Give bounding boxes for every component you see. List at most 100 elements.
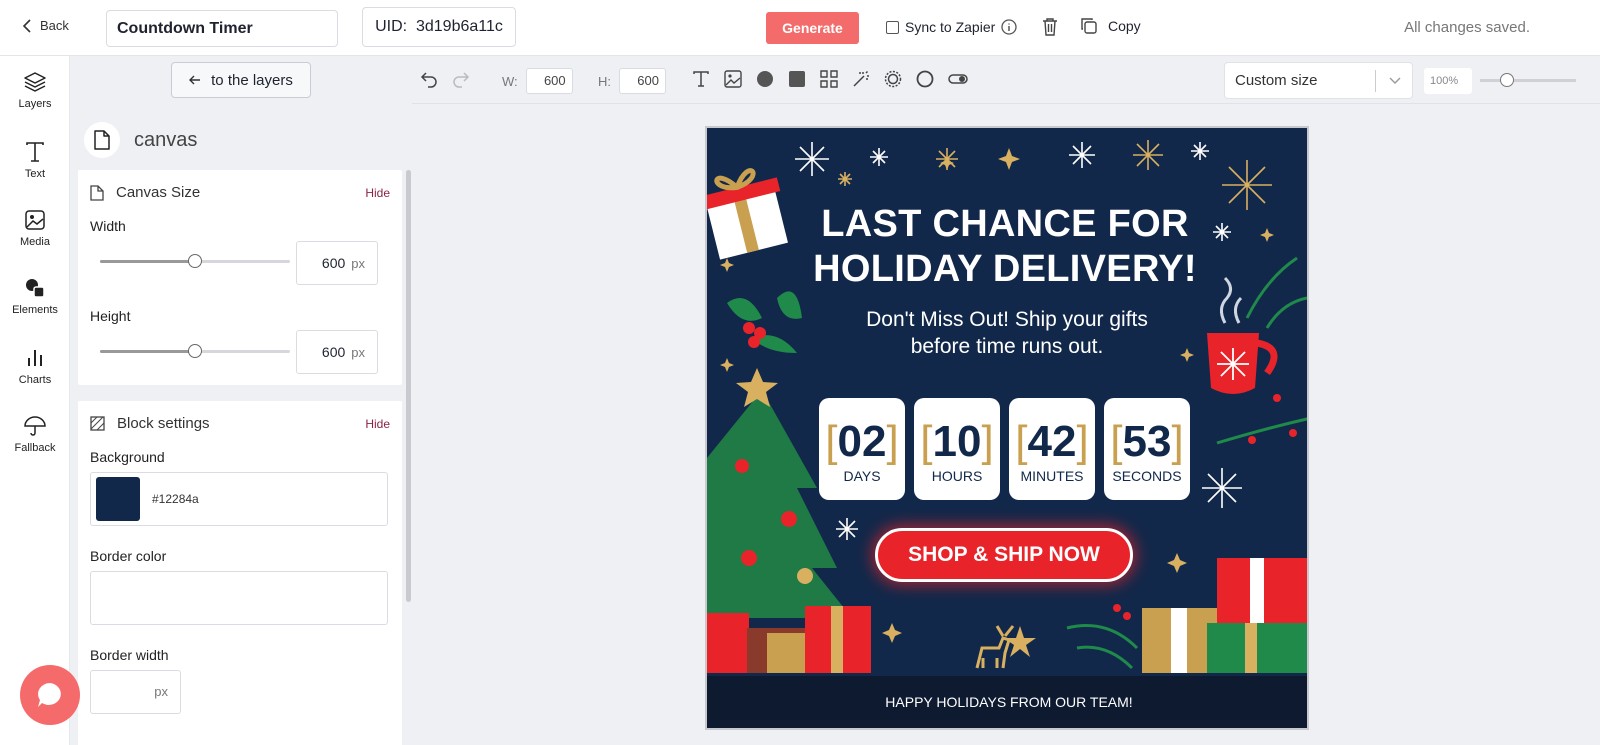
seconds-value: 53 bbox=[1122, 417, 1172, 466]
hours-value: 10 bbox=[932, 417, 982, 466]
shapes-icon bbox=[26, 279, 45, 298]
height-slider[interactable] bbox=[100, 344, 290, 358]
zoom-slider-handle[interactable] bbox=[1500, 73, 1514, 87]
days-value: 02 bbox=[837, 417, 887, 466]
border-color-field[interactable] bbox=[90, 571, 388, 625]
sync-checkbox[interactable] bbox=[886, 20, 899, 34]
back-label: Back bbox=[40, 18, 69, 33]
rail-label-elements: Elements bbox=[12, 304, 58, 316]
sync-zapier-toggle[interactable]: Sync to Zapier bbox=[886, 19, 1017, 35]
background-swatch[interactable] bbox=[96, 477, 140, 521]
size-preset-select[interactable]: Custom size bbox=[1224, 62, 1413, 99]
height-input[interactable]: 600 px bbox=[296, 330, 378, 374]
height-value: 600 bbox=[321, 344, 346, 360]
block-settings-hide-link[interactable]: Hide bbox=[365, 417, 390, 431]
countdown-hours[interactable]: [10] HOURS bbox=[914, 398, 1000, 500]
days-label: DAYS bbox=[843, 468, 881, 484]
object-name: canvas bbox=[134, 128, 198, 151]
rail-label-charts: Charts bbox=[18, 374, 52, 386]
background-color-field[interactable]: #12284a bbox=[90, 472, 388, 526]
subheadline[interactable]: Don't Miss Out! Ship your gifts before t… bbox=[807, 306, 1207, 360]
bar-chart-icon bbox=[28, 350, 42, 366]
timer-tool-icon[interactable] bbox=[884, 70, 902, 88]
headline[interactable]: LAST CHANCE FOR HOLIDAY DELIVERY! bbox=[795, 202, 1215, 292]
sync-label: Sync to Zapier bbox=[905, 19, 996, 35]
text-tool-icon[interactable] bbox=[692, 70, 710, 88]
to-layers-button[interactable]: to the layers bbox=[171, 62, 311, 98]
uid-value: 3d19b6a11c bbox=[415, 18, 503, 35]
footer-banner[interactable]: HAPPY HOLIDAYS FROM OUR TEAM! bbox=[707, 676, 1307, 728]
zoom-input[interactable]: 100% bbox=[1424, 68, 1472, 94]
image-tool-icon[interactable] bbox=[724, 70, 742, 88]
square-tool-icon[interactable] bbox=[788, 70, 806, 88]
to-layers-label: to the layers bbox=[211, 71, 293, 89]
redo-icon[interactable] bbox=[452, 70, 470, 88]
rail-label-layers: Layers bbox=[18, 98, 52, 110]
rail-item-layers[interactable]: Layers bbox=[0, 70, 70, 110]
project-title-input[interactable]: Countdown Timer bbox=[106, 10, 338, 47]
minutes-label: MINUTES bbox=[1020, 468, 1084, 484]
back-button[interactable]: Back bbox=[22, 18, 69, 33]
h-input[interactable]: 600 bbox=[619, 68, 666, 94]
circle-tool-icon[interactable] bbox=[756, 70, 774, 88]
copy-icon bbox=[1081, 18, 1097, 34]
design-canvas[interactable]: LAST CHANCE FOR HOLIDAY DELIVERY! Don't … bbox=[705, 126, 1309, 730]
height-label: Height bbox=[90, 308, 131, 324]
top-bar: Back Countdown Timer UID: 3d19b6a11c Gen… bbox=[0, 0, 1600, 56]
rail-item-charts[interactable]: Charts bbox=[0, 346, 70, 386]
rail-label-media: Media bbox=[20, 236, 50, 248]
grid-tool-icon[interactable] bbox=[820, 70, 838, 88]
rail-item-elements[interactable]: Elements bbox=[0, 276, 70, 316]
width-value: 600 bbox=[321, 255, 346, 271]
headline-line-2: HOLIDAY DELIVERY! bbox=[813, 248, 1197, 290]
ring-tool-icon[interactable] bbox=[916, 70, 934, 88]
chat-bubble-icon bbox=[38, 683, 61, 707]
w-input[interactable]: 600 bbox=[525, 68, 573, 94]
cta-button[interactable]: SHOP & SHIP NOW bbox=[875, 528, 1133, 582]
hours-label: HOURS bbox=[931, 468, 983, 484]
chevron-down-icon bbox=[1389, 77, 1401, 84]
border-width-label: Border width bbox=[90, 647, 169, 663]
undo-icon[interactable] bbox=[420, 70, 438, 88]
chat-launcher[interactable] bbox=[20, 665, 80, 725]
copy-button[interactable]: Copy bbox=[1080, 17, 1141, 35]
info-icon[interactable] bbox=[1001, 19, 1017, 35]
umbrella-icon bbox=[24, 416, 46, 436]
minutes-value: 42 bbox=[1027, 417, 1077, 466]
countdown-minutes[interactable]: [42] MINUTES bbox=[1009, 398, 1095, 500]
rail-item-fallback[interactable]: Fallback bbox=[0, 414, 70, 454]
canvas-size-card: Canvas Size Hide Width 600 px Height 600… bbox=[78, 170, 402, 385]
block-settings-header: Block settings bbox=[90, 415, 210, 432]
image-icon bbox=[25, 210, 45, 230]
rail-item-text[interactable]: Text bbox=[0, 140, 70, 180]
subheadline-line-1: Don't Miss Out! Ship your gifts bbox=[866, 308, 1148, 331]
border-width-input[interactable]: px bbox=[90, 670, 181, 714]
canvas-size-hide-link[interactable]: Hide bbox=[365, 186, 390, 200]
width-readout: W: 600 bbox=[502, 68, 573, 94]
countdown-seconds[interactable]: [53] SECONDS bbox=[1104, 398, 1190, 500]
layers-icon bbox=[24, 72, 46, 92]
zoom-slider[interactable] bbox=[1480, 73, 1576, 87]
panel-scrollbar[interactable] bbox=[406, 170, 411, 602]
width-slider-handle[interactable] bbox=[188, 254, 202, 268]
width-input[interactable]: 600 px bbox=[296, 241, 378, 285]
object-header: canvas bbox=[84, 122, 197, 158]
trash-icon[interactable] bbox=[1042, 17, 1058, 36]
width-slider[interactable] bbox=[100, 254, 290, 268]
rail-item-media[interactable]: Media bbox=[0, 208, 70, 248]
uid-label: UID: bbox=[375, 18, 408, 35]
generate-button[interactable]: Generate bbox=[766, 12, 859, 44]
width-label: Width bbox=[90, 218, 126, 234]
seconds-label: SECONDS bbox=[1112, 468, 1182, 484]
arrow-left-icon bbox=[189, 75, 201, 85]
copy-label: Copy bbox=[1108, 18, 1141, 34]
height-unit: px bbox=[351, 344, 365, 360]
height-readout: H: 600 bbox=[598, 68, 666, 94]
toggle-tool-icon[interactable] bbox=[948, 70, 968, 88]
block-settings-card: Block settings Hide Background #12284a B… bbox=[78, 401, 402, 745]
height-slider-handle[interactable] bbox=[188, 344, 202, 358]
h-label: H: bbox=[598, 73, 611, 89]
magic-wand-icon[interactable] bbox=[852, 70, 870, 88]
editor-toolbar: W: 600 H: 600 Custom size 100% bbox=[412, 56, 1600, 104]
countdown-days[interactable]: [02] DAYS bbox=[819, 398, 905, 500]
